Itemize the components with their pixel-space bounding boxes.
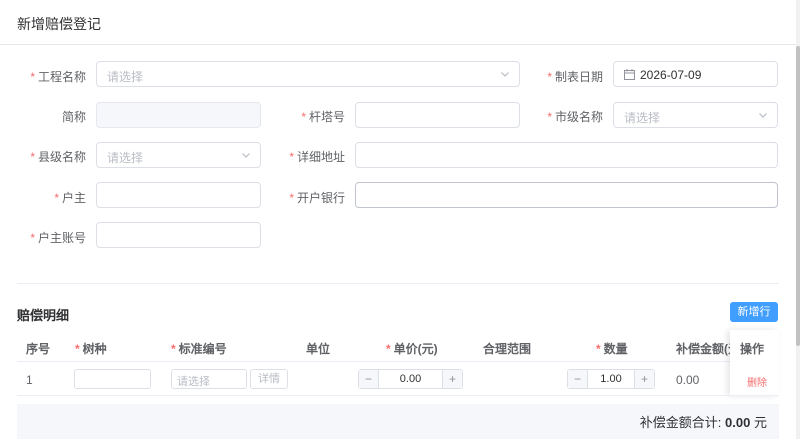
column-header-action: 操作 [740, 342, 765, 356]
tower-no-input[interactable] [355, 102, 520, 128]
owner-label: * 户主 [54, 191, 86, 205]
dialog-header: 新增赔偿登记 [0, 0, 796, 45]
bank-input[interactable] [355, 182, 778, 208]
standard-placeholder: 请选择 [177, 376, 210, 388]
project-name-placeholder: 请选择 [107, 70, 144, 84]
column-header-range: 合理范围 [483, 342, 532, 356]
chevron-down-icon [242, 153, 250, 158]
scrollbar-thumb[interactable] [796, 46, 800, 346]
county-placeholder: 请选择 [107, 151, 144, 165]
quantity-value: 1.00 [600, 373, 622, 385]
dialog-title: 新增赔偿登记 [17, 16, 101, 32]
standard-select[interactable]: 请选择 [171, 369, 247, 389]
species-input[interactable] [74, 369, 151, 389]
table-row-line [17, 395, 779, 396]
city-label: * 市级名称 [547, 110, 603, 124]
details-title: 赔偿明细 [17, 308, 70, 323]
city-select[interactable]: 请选择 [613, 102, 778, 128]
column-header-price: * 单价(元) [386, 342, 438, 356]
column-header-unit: 单位 [306, 342, 331, 356]
account-label: * 户主账号 [30, 231, 86, 245]
detail-button[interactable]: 详情 [250, 369, 288, 389]
column-header-standard: * 标准编号 [171, 342, 227, 356]
tower-no-label: * 杆塔号 [301, 110, 345, 124]
date-value: 2026-07-09 [640, 68, 702, 82]
add-row-button[interactable]: 新增行 [730, 302, 778, 322]
section-divider [17, 283, 779, 284]
amount-value: 0.00 [676, 373, 700, 387]
column-header-index: 序号 [26, 342, 51, 356]
quantity-decrement-button[interactable]: − [568, 370, 588, 388]
row-index: 1 [26, 373, 33, 387]
price-value: 0.00 [399, 373, 422, 385]
date-label: * 制表日期 [547, 70, 603, 84]
quantity-increment-button[interactable]: + [634, 370, 654, 388]
delete-link[interactable]: 删除 [747, 374, 767, 389]
county-label: * 县级名称 [30, 150, 86, 164]
account-input[interactable] [96, 222, 261, 248]
address-label: * 详细地址 [289, 150, 345, 164]
project-name-label: * 工程名称 [30, 70, 86, 84]
project-name-select[interactable]: 请选择 [96, 61, 520, 87]
address-input[interactable] [355, 142, 778, 168]
chevron-down-icon [501, 72, 509, 77]
date-picker[interactable]: 2026-07-09 [613, 61, 778, 87]
price-increment-button[interactable]: + [442, 370, 462, 388]
column-header-species: * 树种 [75, 342, 107, 356]
price-stepper[interactable]: − 0.00 + [358, 369, 463, 389]
chevron-down-icon [759, 113, 767, 118]
short-name-label: 简称 [61, 110, 86, 124]
table-header-line [17, 361, 779, 362]
column-header-quantity: * 数量 [596, 342, 628, 356]
bank-label: * 开户银行 [289, 191, 345, 205]
county-select[interactable]: 请选择 [96, 142, 261, 168]
price-decrement-button[interactable]: − [359, 370, 379, 388]
short-name-input [96, 102, 261, 128]
quantity-stepper[interactable]: − 1.00 + [567, 369, 655, 389]
column-header-amount: 补偿金额(元) [676, 342, 731, 356]
owner-input[interactable] [96, 182, 261, 208]
total-amount: 补偿金额合计: 0.00 元 [639, 415, 767, 430]
calendar-icon [624, 69, 635, 80]
city-placeholder: 请选择 [624, 111, 661, 125]
